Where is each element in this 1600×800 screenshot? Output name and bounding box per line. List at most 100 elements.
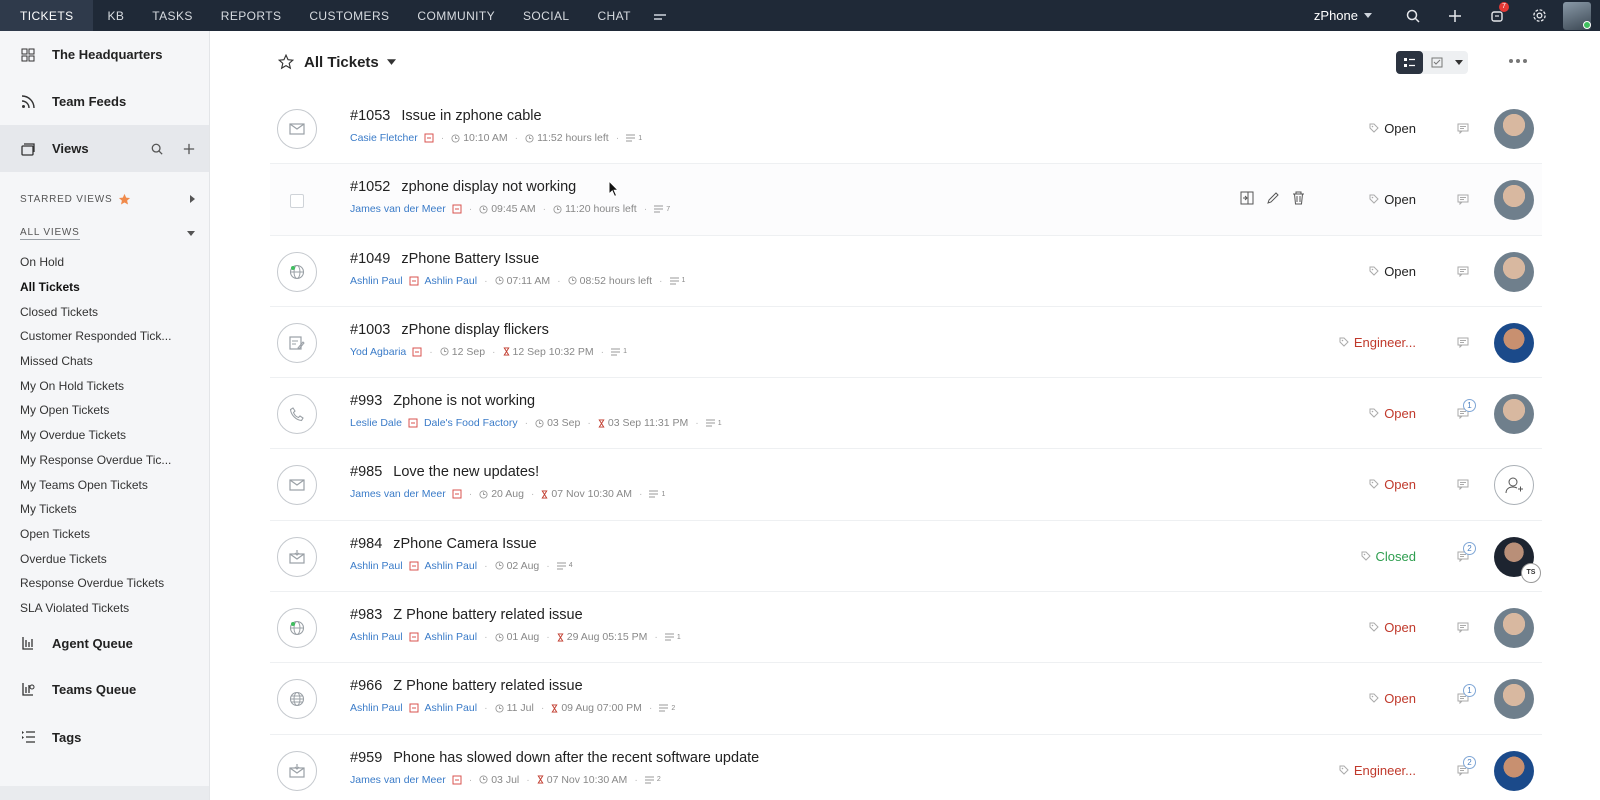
star-outline-icon[interactable]: [278, 54, 294, 70]
sidebar-view-item[interactable]: My Overdue Tickets: [0, 423, 209, 448]
sidebar-view-item[interactable]: Overdue Tickets: [0, 546, 209, 571]
owner-avatar[interactable]: [1494, 180, 1534, 221]
account-link[interactable]: Ashlin Paul: [425, 560, 478, 572]
owner-avatar[interactable]: [1494, 608, 1534, 649]
status-dropdown[interactable]: Engineer...: [1339, 763, 1416, 778]
owner-avatar[interactable]: [1494, 394, 1534, 435]
ticket-title[interactable]: #985 Love the new updates!: [350, 464, 539, 480]
ticket-row[interactable]: #1052 zphone display not working James va…: [270, 164, 1542, 236]
contact-link[interactable]: Yod Agbaria: [350, 346, 406, 358]
chevron-down-icon[interactable]: [1450, 51, 1468, 74]
account-link[interactable]: Ashlin Paul: [425, 275, 478, 287]
owner-avatar[interactable]: [1494, 679, 1534, 720]
tab-tickets[interactable]: TICKETS: [0, 0, 94, 31]
status-dropdown[interactable]: Open: [1369, 691, 1416, 706]
account-link[interactable]: Dale's Food Factory: [424, 417, 518, 429]
sidebar-item-tags[interactable]: Tags: [0, 712, 209, 762]
status-dropdown[interactable]: Open: [1369, 264, 1416, 279]
owner-avatar[interactable]: [1494, 109, 1534, 149]
department-selector[interactable]: zPhone: [1314, 8, 1372, 23]
tab-social[interactable]: SOCIAL: [509, 0, 583, 31]
comment-icon[interactable]: [1457, 266, 1469, 277]
account-link[interactable]: Ashlin Paul: [425, 702, 478, 714]
more-modules-icon[interactable]: [645, 8, 675, 24]
sidebar-view-item[interactable]: My Teams Open Tickets: [0, 472, 209, 497]
ticket-title[interactable]: #959 Phone has slowed down after the rece…: [350, 750, 759, 766]
sidebar-view-item[interactable]: Missed Chats: [0, 349, 209, 374]
more-options-icon[interactable]: [1509, 59, 1527, 63]
tab-tasks[interactable]: TASKS: [138, 0, 206, 31]
sidebar-view-item[interactable]: All Tickets: [0, 275, 209, 300]
sidebar-view-item[interactable]: Customer Responded Tick...: [0, 324, 209, 349]
ticket-title[interactable]: #1052 zphone display not working: [350, 179, 576, 195]
status-dropdown[interactable]: Open: [1369, 192, 1416, 207]
sidebar-item-team-feeds[interactable]: Team Feeds: [0, 78, 209, 125]
sidebar-item-teams-queue[interactable]: Teams Queue: [0, 666, 209, 712]
sidebar-view-item[interactable]: My Open Tickets: [0, 398, 209, 423]
tab-chat[interactable]: CHAT: [583, 0, 644, 31]
status-dropdown[interactable]: Open: [1369, 121, 1416, 136]
owner-avatar[interactable]: [1494, 750, 1534, 791]
comment-icon[interactable]: [1457, 479, 1469, 491]
add-view-icon[interactable]: [183, 143, 195, 155]
comment-icon[interactable]: [1457, 337, 1469, 348]
status-dropdown[interactable]: Engineer...: [1339, 335, 1416, 350]
ticket-title[interactable]: #993 Zphone is not working: [350, 393, 535, 409]
contact-link[interactable]: James van der Meer: [350, 488, 446, 500]
select-checkbox[interactable]: [290, 194, 304, 209]
owner-avatar[interactable]: [1494, 322, 1534, 363]
sidebar-view-item[interactable]: Response Overdue Tickets: [0, 571, 209, 596]
contact-link[interactable]: Casie Fletcher: [350, 132, 418, 144]
sidebar-item-agent-queue[interactable]: Agent Queue: [0, 620, 209, 666]
contact-link[interactable]: Ashlin Paul: [350, 275, 403, 287]
comment-icon[interactable]: [1457, 194, 1469, 206]
ticket-title[interactable]: #966 Z Phone battery related issue: [350, 678, 583, 694]
contact-link[interactable]: Ashlin Paul: [350, 560, 403, 572]
status-dropdown[interactable]: Open: [1369, 477, 1416, 492]
assign-owner-button[interactable]: [1494, 465, 1534, 506]
ticket-row[interactable]: #993 Zphone is not working Leslie Dale Da…: [270, 378, 1542, 450]
add-icon[interactable]: [1434, 0, 1476, 31]
ticket-title[interactable]: #984 zPhone Camera Issue: [350, 536, 537, 552]
sidebar-view-item[interactable]: My Response Overdue Tic...: [0, 448, 209, 473]
sidebar-view-item[interactable]: My On Hold Tickets: [0, 373, 209, 398]
account-link[interactable]: Ashlin Paul: [425, 631, 478, 643]
tab-kb[interactable]: KB: [93, 0, 138, 31]
contact-link[interactable]: Ashlin Paul: [350, 631, 403, 643]
delete-icon[interactable]: [1292, 191, 1305, 205]
user-avatar[interactable]: [1560, 0, 1594, 31]
ticket-row[interactable]: #1049 zPhone Battery Issue Ashlin Paul As…: [270, 236, 1542, 307]
split-view-icon[interactable]: [1240, 191, 1254, 205]
ticket-title[interactable]: #1053 Issue in zphone cable: [350, 108, 542, 124]
ticket-row[interactable]: #959 Phone has slowed down after the rece…: [270, 735, 1542, 800]
contact-link[interactable]: James van der Meer: [350, 774, 446, 786]
list-view-icon[interactable]: [1396, 51, 1423, 74]
ticket-row[interactable]: #1053 Issue in zphone cable Casie Fletche…: [270, 93, 1542, 165]
ticket-row[interactable]: #983 Z Phone battery related issue Ashlin…: [270, 592, 1542, 664]
contact-link[interactable]: Ashlin Paul: [350, 702, 403, 714]
sidebar-view-item[interactable]: Closed Tickets: [0, 299, 209, 324]
contact-link[interactable]: Leslie Dale: [350, 417, 402, 429]
comment-icon[interactable]: [1457, 622, 1469, 634]
ticket-title[interactable]: #983 Z Phone battery related issue: [350, 607, 583, 623]
chevron-down-icon[interactable]: [386, 59, 396, 65]
ticket-title[interactable]: #1049 zPhone Battery Issue: [350, 251, 539, 267]
sidebar-item-views[interactable]: Views: [0, 125, 209, 172]
status-dropdown[interactable]: Open: [1369, 406, 1416, 421]
starred-views-header[interactable]: STARRED VIEWS: [0, 186, 209, 212]
comment-icon[interactable]: [1457, 123, 1469, 134]
tab-reports[interactable]: REPORTS: [207, 0, 296, 31]
tab-community[interactable]: COMMUNITY: [403, 0, 509, 31]
sidebar-view-item[interactable]: SLA Violated Tickets: [0, 596, 209, 621]
owner-avatar[interactable]: [1494, 251, 1534, 292]
tab-customers[interactable]: CUSTOMERS: [295, 0, 403, 31]
ticket-row[interactable]: #966 Z Phone battery related issue Ashlin…: [270, 663, 1542, 735]
ticket-title[interactable]: #1003 zPhone display flickers: [350, 322, 549, 338]
search-icon[interactable]: [1392, 0, 1434, 31]
sidebar-item-headquarters[interactable]: The Headquarters: [0, 31, 209, 78]
edit-icon[interactable]: [1266, 191, 1280, 205]
status-dropdown[interactable]: Open: [1369, 620, 1416, 635]
status-dropdown[interactable]: Closed: [1361, 549, 1416, 564]
notifications-icon[interactable]: 7: [1476, 0, 1518, 31]
ticket-row[interactable]: #1003 zPhone display flickers Yod Agbaria…: [270, 307, 1542, 379]
